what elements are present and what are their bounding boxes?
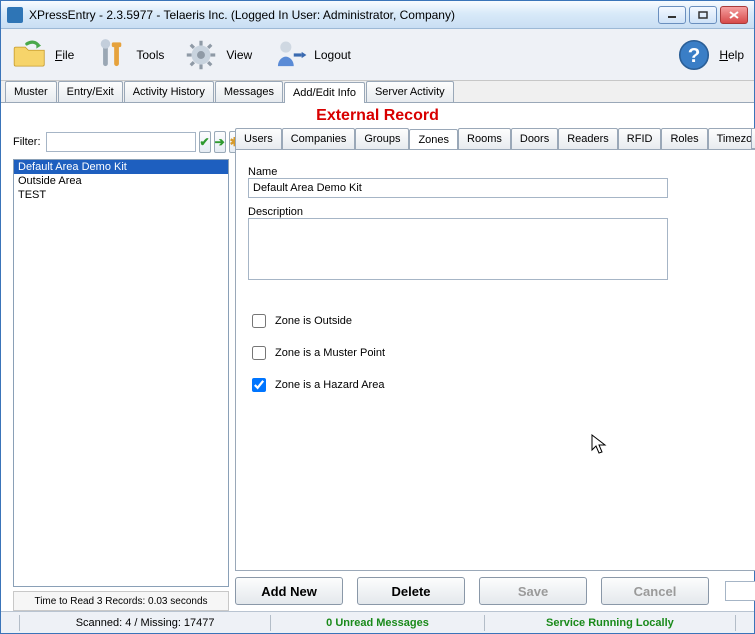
left-panel: Filter: ✔ ➔ ✱ Default Area Demo KitOutsi… xyxy=(13,128,229,611)
view-menu[interactable]: View xyxy=(182,36,252,74)
close-button[interactable] xyxy=(720,6,748,24)
subtab-zones[interactable]: Zones xyxy=(409,129,458,150)
description-input[interactable] xyxy=(248,218,668,280)
mouse-cursor-icon xyxy=(591,434,609,456)
tab-messages[interactable]: Messages xyxy=(215,81,283,102)
action-button-row: Add New Delete Save Cancel xyxy=(235,571,755,611)
title-bar: XPressEntry - 2.3.5977 - Telaeris Inc. (… xyxy=(1,1,754,29)
tab-entry-exit[interactable]: Entry/Exit xyxy=(58,81,123,102)
folder-icon xyxy=(11,36,49,74)
zone-form: Name Description Zone is Outside Zone is… xyxy=(235,150,755,571)
tab-scroll-left[interactable]: ◄ xyxy=(751,128,755,149)
help-menu[interactable]: ? Help xyxy=(675,36,744,74)
zone-muster-checkbox[interactable] xyxy=(252,346,266,360)
subtab-wrap: UsersCompaniesGroupsZonesRoomsDoorsReade… xyxy=(235,128,755,150)
record-count xyxy=(725,581,755,601)
window-title: XPressEntry - 2.3.5977 - Telaeris Inc. (… xyxy=(29,8,658,22)
zone-hazard-label: Zone is a Hazard Area xyxy=(275,379,384,391)
filter-apply-button[interactable]: ✔ xyxy=(199,131,211,153)
zone-hazard-checkbox[interactable] xyxy=(252,378,266,392)
subtab-rooms[interactable]: Rooms xyxy=(458,128,511,149)
logout-icon xyxy=(270,36,308,74)
entity-tabs: UsersCompaniesGroupsZonesRoomsDoorsReade… xyxy=(235,128,755,150)
save-button[interactable]: Save xyxy=(479,577,587,605)
main-toolbar: File Tools View Logout ? Help xyxy=(1,29,754,81)
zone-muster-label: Zone is a Muster Point xyxy=(275,347,385,359)
app-window: XPressEntry - 2.3.5977 - Telaeris Inc. (… xyxy=(0,0,755,634)
arrow-right-icon: ➔ xyxy=(215,135,225,149)
svg-text:?: ? xyxy=(688,44,701,67)
cancel-button[interactable]: Cancel xyxy=(601,577,709,605)
name-label: Name xyxy=(248,166,755,178)
subtab-users[interactable]: Users xyxy=(235,128,282,149)
page-heading: External Record xyxy=(7,103,748,128)
name-input[interactable] xyxy=(248,178,668,198)
status-bar: Scanned: 4 / Missing: 17477 0 Unread Mes… xyxy=(1,611,754,633)
minimize-button[interactable] xyxy=(658,6,686,24)
status-scanned: Scanned: 4 / Missing: 17477 xyxy=(32,617,258,629)
zone-outside-label: Zone is Outside xyxy=(275,315,352,327)
module-tabs: MusterEntry/ExitActivity HistoryMessages… xyxy=(1,81,754,103)
read-timing-label: Time to Read 3 Records: 0.03 seconds xyxy=(13,591,229,611)
app-icon xyxy=(7,7,23,23)
tab-add-edit-info[interactable]: Add/Edit Info xyxy=(284,82,365,103)
filter-go-button[interactable]: ➔ xyxy=(214,131,226,153)
logout-menu-label: Logout xyxy=(314,48,351,62)
list-item[interactable]: Default Area Demo Kit xyxy=(14,160,228,174)
description-label: Description xyxy=(248,206,755,218)
filter-input[interactable] xyxy=(46,132,196,152)
subtab-companies[interactable]: Companies xyxy=(282,128,356,149)
help-icon: ? xyxy=(675,36,713,74)
subtab-timezones[interactable]: Timezones xyxy=(708,128,755,149)
tools-icon xyxy=(92,36,130,74)
list-item[interactable]: TEST xyxy=(14,188,228,202)
status-service: Service Running Locally xyxy=(497,617,723,629)
list-item[interactable]: Outside Area xyxy=(14,174,228,188)
tab-scroll: ◄ ► xyxy=(751,128,755,149)
tab-activity-history[interactable]: Activity History xyxy=(124,81,214,102)
help-menu-label: Help xyxy=(719,48,744,62)
file-menu[interactable]: File xyxy=(11,36,74,74)
view-menu-label: View xyxy=(226,48,252,62)
check-icon: ✔ xyxy=(200,135,210,149)
tab-muster[interactable]: Muster xyxy=(5,81,57,102)
tab-server-activity[interactable]: Server Activity xyxy=(366,81,454,102)
gear-icon xyxy=(182,36,220,74)
delete-button[interactable]: Delete xyxy=(357,577,465,605)
right-panel: UsersCompaniesGroupsZonesRoomsDoorsReade… xyxy=(235,128,755,611)
logout-menu[interactable]: Logout xyxy=(270,36,351,74)
tools-menu[interactable]: Tools xyxy=(92,36,164,74)
zone-outside-checkbox[interactable] xyxy=(252,314,266,328)
filter-row: Filter: ✔ ➔ ✱ xyxy=(13,128,229,156)
subtab-doors[interactable]: Doors xyxy=(511,128,558,149)
add-new-button[interactable]: Add New xyxy=(235,577,343,605)
subtab-readers[interactable]: Readers xyxy=(558,128,618,149)
filter-label: Filter: xyxy=(13,136,41,148)
tools-menu-label: Tools xyxy=(136,48,164,62)
window-buttons xyxy=(658,6,748,24)
subtab-groups[interactable]: Groups xyxy=(355,128,409,149)
status-unread-messages[interactable]: 0 Unread Messages xyxy=(283,617,472,629)
subtab-roles[interactable]: Roles xyxy=(661,128,707,149)
subtab-rfid[interactable]: RFID xyxy=(618,128,662,149)
zone-list[interactable]: Default Area Demo KitOutside AreaTEST xyxy=(13,159,229,587)
maximize-button[interactable] xyxy=(689,6,717,24)
file-menu-label: File xyxy=(55,48,74,62)
